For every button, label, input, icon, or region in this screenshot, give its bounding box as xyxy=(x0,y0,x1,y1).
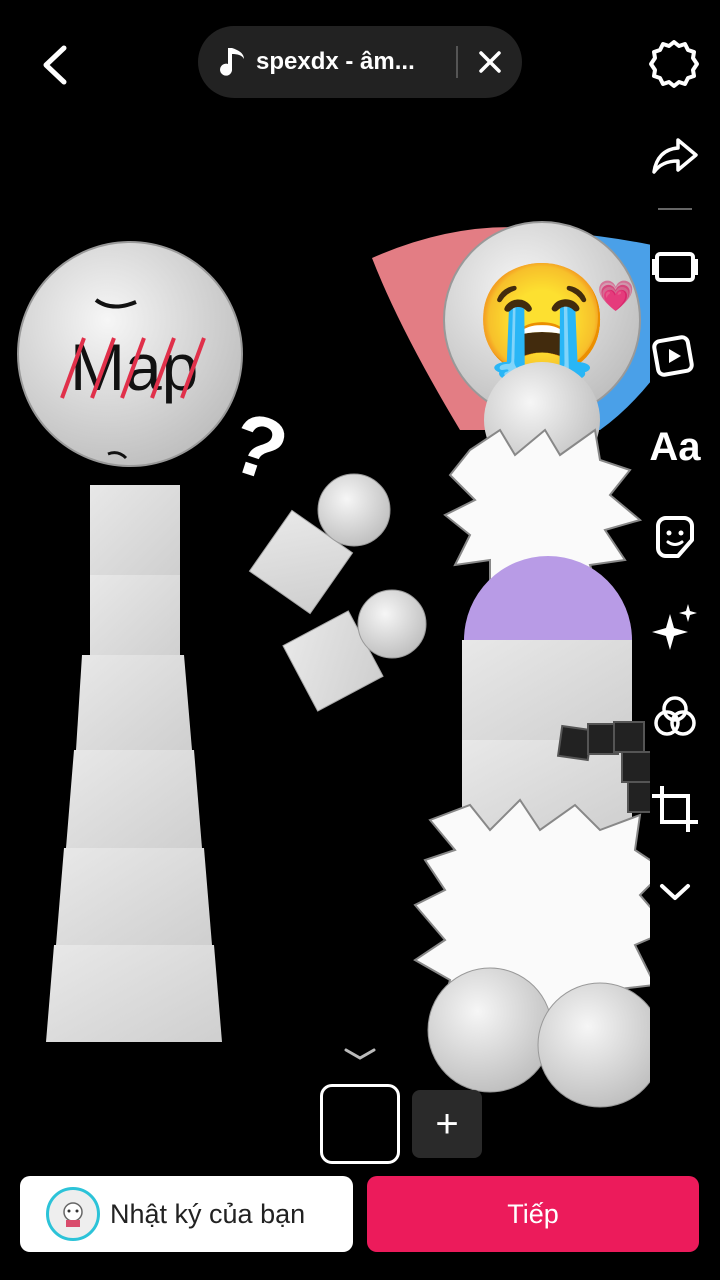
back-arrow-icon xyxy=(43,45,67,85)
sound-title: spexdx - âm... xyxy=(256,48,415,75)
neck-block xyxy=(90,485,180,575)
music-note-icon xyxy=(220,48,244,76)
clip-thumbnail[interactable] xyxy=(320,1084,400,1164)
close-icon[interactable] xyxy=(470,42,510,82)
share-button[interactable] xyxy=(648,128,702,182)
crop-button[interactable] xyxy=(648,782,702,836)
more-chevron-icon xyxy=(660,884,690,900)
avatar-icon xyxy=(63,1202,83,1227)
next-label: Tiếp xyxy=(507,1198,559,1229)
sound-selector[interactable]: spexdx - âm... xyxy=(198,26,522,98)
effects-sparkle-icon xyxy=(652,604,697,650)
sound-divider xyxy=(456,46,458,78)
video-preview[interactable]: Map ? 😭 💗 xyxy=(0,110,650,1160)
question-mark: ? xyxy=(219,394,299,502)
effects-button[interactable] xyxy=(648,600,702,654)
floating-shapes xyxy=(248,473,427,712)
sticker-button[interactable] xyxy=(648,510,702,564)
video-edit-button[interactable] xyxy=(648,328,702,382)
body-block xyxy=(66,750,202,848)
more-tools-button[interactable] xyxy=(648,864,702,918)
left-figure: Map xyxy=(17,241,243,1042)
right-figure: 😭 💗 xyxy=(372,221,650,1108)
body-block xyxy=(56,848,212,945)
heart-emoji: 💗 xyxy=(597,279,635,313)
plus-icon: + xyxy=(435,1102,459,1146)
floating-ball xyxy=(357,589,427,659)
toolbar-divider xyxy=(658,208,692,210)
collapse-chevron-icon[interactable] xyxy=(342,1044,378,1064)
diary-label: Nhật ký của bạn xyxy=(110,1198,306,1229)
template-button[interactable] xyxy=(648,240,702,294)
text-button[interactable]: Aa xyxy=(648,420,702,474)
video-edit-icon xyxy=(652,335,694,377)
settings-button[interactable] xyxy=(648,38,700,90)
body-block xyxy=(46,945,222,1042)
sticker-icon xyxy=(656,516,694,558)
filters-icon xyxy=(654,696,696,736)
template-icon xyxy=(652,252,698,282)
right-foot-ball xyxy=(427,967,553,1093)
body-block xyxy=(76,655,192,750)
crop-icon xyxy=(652,786,698,832)
neck-block xyxy=(90,575,180,660)
next-button[interactable]: Tiếp xyxy=(367,1176,699,1252)
floating-ball xyxy=(317,473,391,547)
text-icon: Aa xyxy=(649,424,701,469)
avatar xyxy=(46,1187,100,1241)
add-clip-button[interactable]: + xyxy=(412,1090,482,1158)
your-diary-button[interactable]: Nhật ký của bạn xyxy=(20,1176,353,1252)
settings-gear-icon xyxy=(649,40,699,88)
filters-button[interactable] xyxy=(648,690,702,744)
share-arrow-icon xyxy=(652,138,698,174)
back-button[interactable] xyxy=(30,40,80,90)
